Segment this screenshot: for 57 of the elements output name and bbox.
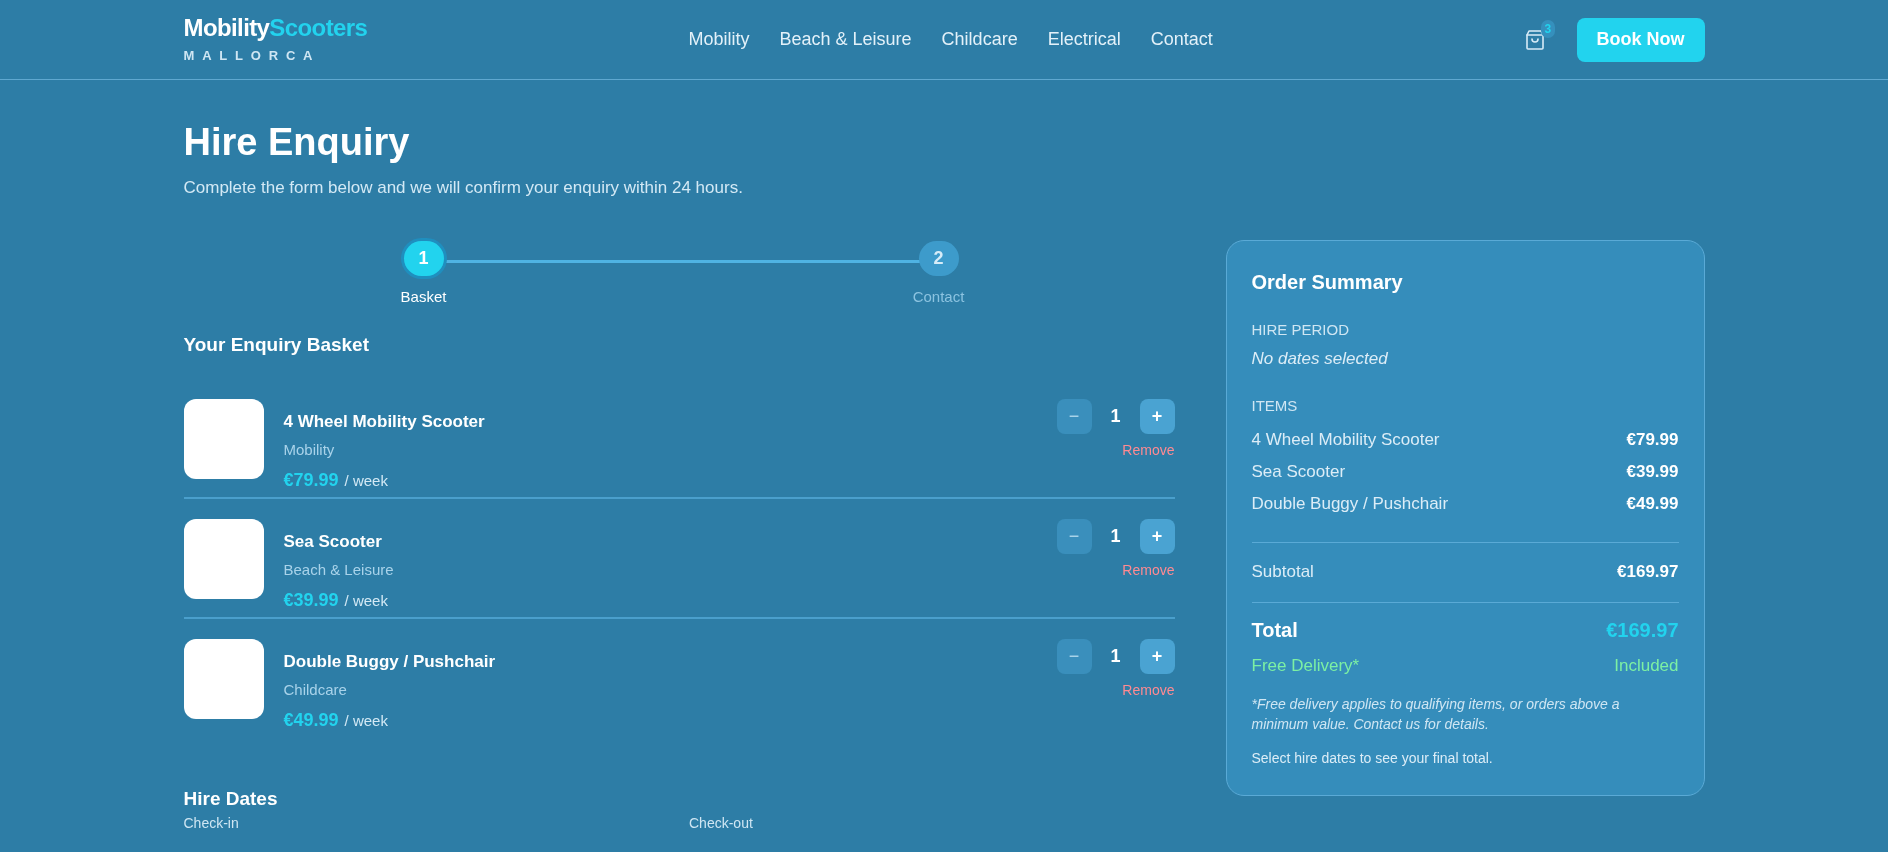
page-subtitle: Complete the form below and we will confirm your enquiry within 24 hours.	[183, 177, 744, 199]
increase-button[interactable]: +	[1139, 519, 1175, 554]
hire-period-value: No dates selected	[1251, 347, 1389, 370]
summary-item-name: Sea Scooter	[1251, 460, 1346, 483]
delivery-footnote: *Free delivery applies to qualifying items, or orders above a minimum value. Contact us for details.	[1251, 695, 1621, 734]
nav-link[interactable]: Childcare	[941, 26, 1018, 53]
price-unit: / week	[344, 591, 388, 611]
product-category: Beach & Leisure	[283, 559, 394, 580]
price-unit: / week	[344, 471, 388, 491]
summary-item-price: €49.99	[1626, 492, 1679, 515]
product-name: 4 Wheel Mobility Scooter	[283, 411, 485, 433]
increase-button[interactable]: +	[1139, 399, 1175, 434]
section-label: HIRE PERIOD	[1251, 320, 1350, 340]
logo-text: Mobility	[183, 13, 270, 42]
cart-count-badge: 3	[1540, 19, 1556, 38]
summary-note: Select hire dates to see your final total.	[1251, 749, 1494, 768]
product-name: Double Buggy / Pushchair	[283, 651, 496, 673]
nav-link[interactable]: Beach & Leisure	[779, 26, 912, 53]
nav-link[interactable]: Mobility	[688, 26, 750, 53]
remove-link[interactable]: Remove	[1122, 680, 1175, 701]
product-price: €39.99	[283, 589, 339, 612]
summary-item-name: 4 Wheel Mobility Scooter	[1251, 428, 1440, 451]
increase-button[interactable]: +	[1139, 639, 1175, 674]
page-title: Hire Enquiry	[183, 120, 411, 165]
product-category: Mobility	[283, 439, 336, 460]
quantity-value: 1	[1109, 645, 1122, 668]
delivery-label: Free Delivery*	[1251, 654, 1360, 677]
section-label: ITEMS	[1251, 396, 1299, 416]
step-label: Basket	[400, 287, 447, 307]
book-now-button[interactable]: Book Now	[1576, 17, 1705, 62]
product-category: Childcare	[283, 679, 348, 700]
remove-link[interactable]: Remove	[1122, 440, 1175, 461]
price-unit: / week	[344, 711, 388, 731]
subtotal-value: €169.97	[1617, 561, 1679, 584]
logo-text: Scooters	[269, 13, 368, 42]
section-heading: Hire Dates	[183, 787, 279, 811]
step-label: Contact	[912, 287, 965, 307]
delivery-value: Included	[1614, 654, 1679, 677]
field-label: Check-in	[183, 815, 240, 831]
section-heading: Your Enquiry Basket	[183, 332, 370, 357]
logo-tagline: MALLORCA	[183, 46, 322, 65]
product-name: Sea Scooter	[283, 531, 383, 553]
product-price: €79.99	[283, 469, 339, 492]
total-label: Total	[1251, 617, 1298, 643]
summary-title: Order Summary	[1251, 270, 1404, 295]
summary-item-name: Double Buggy / Pushchair	[1251, 492, 1449, 515]
subtotal-label: Subtotal	[1251, 561, 1314, 584]
summary-item-price: €39.99	[1626, 460, 1679, 483]
product-price: €49.99	[283, 709, 339, 732]
summary-item-price: €79.99	[1626, 428, 1679, 451]
remove-link[interactable]: Remove	[1122, 560, 1175, 581]
quantity-value: 1	[1109, 525, 1122, 548]
field-label: Check-out	[689, 815, 754, 831]
nav-link[interactable]: Electrical	[1047, 26, 1121, 53]
nav-link[interactable]: Contact	[1150, 26, 1213, 53]
quantity-value: 1	[1109, 405, 1122, 428]
total-value: €169.97	[1606, 617, 1679, 643]
